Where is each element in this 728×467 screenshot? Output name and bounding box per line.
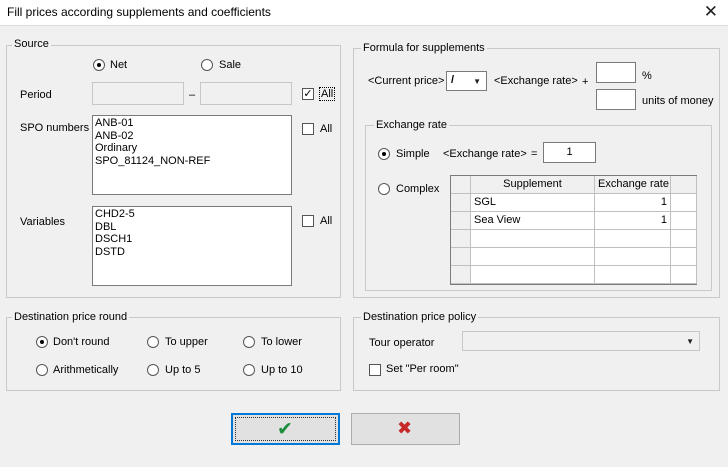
net-label[interactable]: Net	[110, 59, 127, 71]
list-item[interactable]: SPO_81124_NON-REF	[95, 155, 289, 168]
dont-round-label[interactable]: Don't round	[53, 336, 110, 348]
spo-all-checkbox[interactable]	[302, 123, 314, 135]
period-from-field[interactable]	[92, 82, 184, 105]
dont-round-radio[interactable]	[36, 336, 48, 348]
list-item[interactable]: DBL	[95, 221, 289, 234]
table-cell[interactable]	[471, 230, 595, 248]
period-to-field[interactable]	[200, 82, 292, 105]
variables-label: Variables	[20, 216, 66, 228]
table-cell[interactable]	[595, 230, 671, 248]
up-to-5-radio[interactable]	[147, 364, 159, 376]
table-cell[interactable]: 1	[595, 212, 671, 230]
round-legend: Destination price round	[12, 311, 130, 323]
plus-sign: +	[582, 76, 589, 88]
table-cell[interactable]	[595, 248, 671, 266]
chevron-down-icon: ▼	[686, 337, 694, 346]
formula-legend: Formula for supplements	[361, 42, 487, 54]
table-cell-filler	[671, 248, 697, 266]
chevron-down-icon: ▼	[473, 77, 481, 86]
period-all-checkbox[interactable]: ✓	[302, 88, 314, 100]
arithmetically-radio[interactable]	[36, 364, 48, 376]
row-header	[451, 212, 471, 230]
spo-numbers-label: SPO numbers	[20, 122, 90, 134]
table-cell-filler	[671, 266, 697, 284]
percent-input[interactable]	[596, 62, 636, 83]
units-of-money-label: units of money	[642, 95, 714, 107]
table-cell-filler	[671, 212, 697, 230]
arithmetically-label[interactable]: Arithmetically	[53, 364, 118, 376]
close-icon[interactable]: ✕	[704, 2, 718, 22]
operator-dropdown[interactable]: / ▼	[446, 71, 487, 91]
table-cell[interactable]: 1	[595, 194, 671, 212]
up-to-10-label[interactable]: Up to 10	[261, 364, 303, 376]
list-item[interactable]: ANB-01	[95, 117, 289, 130]
complex-radio[interactable]	[378, 183, 390, 195]
cancel-button[interactable]: ✖	[351, 413, 460, 445]
table-cell[interactable]: SGL	[471, 194, 595, 212]
to-upper-radio[interactable]	[147, 336, 159, 348]
list-item[interactable]: DSTD	[95, 246, 289, 259]
table-cell[interactable]	[595, 266, 671, 284]
current-price-label: <Current price>	[368, 75, 445, 87]
simple-label[interactable]: Simple	[396, 148, 430, 160]
row-header	[451, 266, 471, 284]
to-upper-label[interactable]: To upper	[165, 336, 208, 348]
exchange-rate-legend: Exchange rate	[374, 119, 449, 131]
row-header	[451, 248, 471, 266]
complex-label[interactable]: Complex	[396, 183, 439, 195]
row-header	[451, 194, 471, 212]
sale-radio[interactable]	[201, 59, 213, 71]
money-input[interactable]	[596, 89, 636, 110]
table-cell[interactable]: Sea View	[471, 212, 595, 230]
to-lower-label[interactable]: To lower	[261, 336, 302, 348]
table-cell-filler	[671, 230, 697, 248]
simple-radio[interactable]	[378, 148, 390, 160]
check-icon: ✔	[277, 419, 293, 440]
table-corner	[451, 176, 471, 194]
supplement-rate-table[interactable]: Supplement Exchange rate SGL 1 Sea View …	[450, 175, 697, 285]
table-cell-filler	[671, 194, 697, 212]
period-label: Period	[20, 89, 52, 101]
list-item[interactable]: Ordinary	[95, 142, 289, 155]
sale-label[interactable]: Sale	[219, 59, 241, 71]
variables-all-checkbox[interactable]	[302, 215, 314, 227]
equals-sign: =	[531, 148, 538, 160]
list-item[interactable]: DSCH1	[95, 233, 289, 246]
spo-numbers-list[interactable]: ANB-01 ANB-02 Ordinary SPO_81124_NON-REF	[92, 115, 292, 195]
row-header	[451, 230, 471, 248]
policy-group	[353, 317, 720, 391]
to-lower-radio[interactable]	[243, 336, 255, 348]
up-to-10-radio[interactable]	[243, 364, 255, 376]
tour-operator-dropdown[interactable]: ▼	[462, 331, 700, 351]
column-header-filler	[671, 176, 697, 194]
source-legend: Source	[12, 38, 51, 50]
exchange-rate-label: <Exchange rate>	[494, 75, 578, 87]
per-room-checkbox[interactable]	[369, 364, 381, 376]
net-radio[interactable]	[93, 59, 105, 71]
ok-button[interactable]: ✔	[231, 413, 340, 445]
round-group	[6, 317, 341, 391]
table-cell[interactable]	[471, 248, 595, 266]
operator-value: /	[451, 74, 455, 86]
cross-icon: ✖	[397, 418, 413, 438]
per-room-label[interactable]: Set "Per room"	[386, 363, 459, 375]
table-cell[interactable]	[471, 266, 595, 284]
variables-all-label[interactable]: All	[320, 215, 332, 227]
simple-rate-input[interactable]: 1	[543, 142, 596, 163]
variables-list[interactable]: CHD2-5 DBL DSCH1 DSTD	[92, 206, 292, 286]
percent-sign: %	[642, 70, 652, 82]
column-header-exchange-rate[interactable]: Exchange rate	[595, 176, 671, 194]
list-item[interactable]: CHD2-5	[95, 208, 289, 221]
list-item[interactable]: ANB-02	[95, 130, 289, 143]
tour-operator-label: Tour operator	[369, 337, 435, 349]
simple-formula-label: <Exchange rate>	[443, 148, 527, 160]
period-dash: –	[189, 89, 196, 101]
period-all-label[interactable]: All	[319, 87, 336, 101]
spo-all-label[interactable]: All	[320, 123, 332, 135]
up-to-5-label[interactable]: Up to 5	[165, 364, 200, 376]
policy-legend: Destination price policy	[361, 311, 479, 323]
window-title: Fill prices according supplements and co…	[7, 5, 271, 19]
column-header-supplement[interactable]: Supplement	[471, 176, 595, 194]
